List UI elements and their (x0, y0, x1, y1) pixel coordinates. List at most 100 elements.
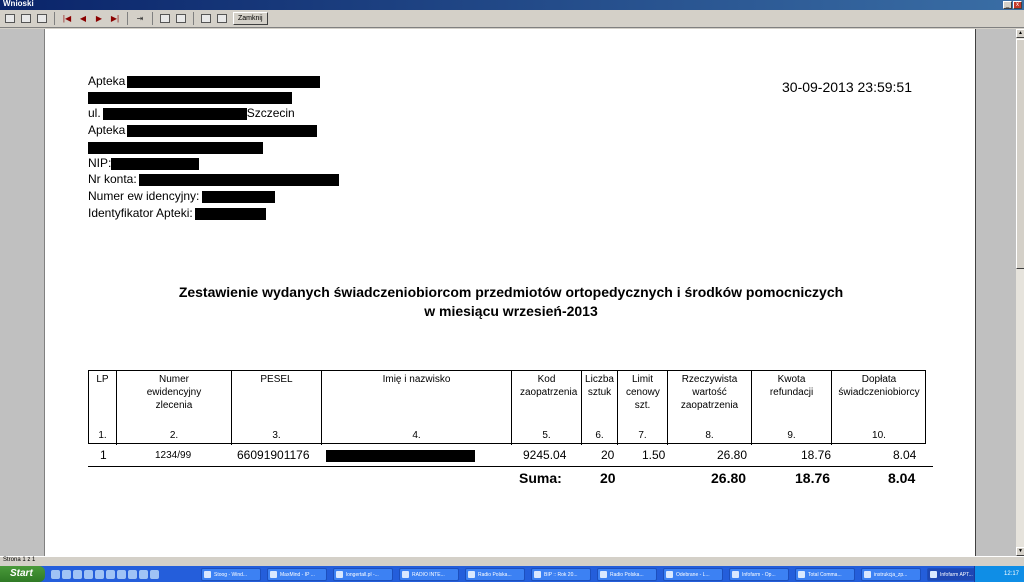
quicklaunch-icon[interactable] (139, 569, 148, 579)
column-header: Kod zaopatrzenia 5. (512, 371, 582, 445)
quicklaunch-icon[interactable] (150, 569, 159, 579)
sum-wartosc: 26.80 (711, 470, 747, 486)
row-wartosc: 26.80 (717, 448, 748, 462)
scroll-thumb[interactable] (1016, 39, 1024, 269)
taskbar-item[interactable]: Radio Polska... (465, 567, 525, 581)
column-header: Kwota refundacji 9. (752, 371, 832, 445)
column-header: Rzeczywista wartość zaopatrzenia 8. (668, 371, 752, 445)
system-tray: 12:17 (974, 566, 1024, 582)
goto-page-icon[interactable]: ⇥ (133, 12, 147, 25)
report-page: Apteka ul. Szczecin Apteka NIP: Nr konta:… (44, 29, 976, 569)
row-pesel: 66091901176 (237, 448, 310, 462)
quicklaunch-icon[interactable] (73, 569, 82, 579)
report-timestamp: 30-09-2013 23:59:51 (782, 79, 912, 95)
header-line: Apteka (88, 74, 321, 88)
sum-label: Suma: (519, 470, 562, 486)
row-liczba: 20 (601, 448, 615, 462)
start-button[interactable]: Start (0, 566, 45, 582)
header-line: Numer ew idencyjny: (88, 189, 276, 203)
window-title: Wnioski (3, 0, 34, 8)
taskbar-item[interactable]: Infofarm - Op... (729, 567, 789, 581)
taskbar-item[interactable]: MaxMind - IP ... (267, 567, 327, 581)
column-header: Liczba sztuk 6. (582, 371, 618, 445)
close-report-button[interactable]: Zamknij (233, 12, 268, 25)
report-title-line2: w miesiącu wrzesień-2013 (424, 303, 598, 319)
open-icon[interactable] (215, 12, 229, 25)
toolbar: |◀ ◀ ▶ ▶| ⇥ Zamknij (0, 10, 1024, 28)
sum-doplata: 8.04 (888, 470, 916, 486)
taskbar: Start Stoog - Wind... MaxMind - IP ... l… (0, 566, 1024, 582)
redaction-block (194, 207, 266, 220)
header-line: Apteka (88, 123, 318, 137)
page-indicator: Strona 1 z 1 (3, 557, 36, 563)
toolbar-separator (193, 12, 194, 25)
taskbar-item[interactable]: Total Comma... (795, 567, 855, 581)
row-limit: 1.50 (642, 448, 666, 462)
column-header: LP 1. (89, 371, 117, 445)
quicklaunch-icon[interactable] (128, 569, 137, 579)
clock: 12:17 (1003, 571, 1019, 577)
redaction-block (202, 190, 276, 203)
next-page-icon[interactable]: ▶ (92, 12, 106, 25)
title-bar: Wnioski _ x (0, 0, 1024, 10)
header-line: NIP: (88, 156, 200, 170)
redaction-block (88, 91, 292, 104)
report-table-header: LP 1. Numer ewidencyjny zlecenia 2. PESEL 3… (88, 370, 926, 445)
scroll-down-icon[interactable]: ▼ (1016, 547, 1024, 556)
sum-divider (88, 466, 933, 467)
quick-launch (51, 569, 159, 579)
view-icon[interactable] (3, 12, 17, 25)
minimize-button[interactable]: _ (1003, 1, 1012, 9)
quicklaunch-icon[interactable] (62, 569, 71, 579)
column-header: Numer ewidencyjny zlecenia 2. (117, 371, 232, 445)
redaction-block (88, 141, 263, 154)
taskbar-item[interactable]: Stoog - Wind... (201, 567, 261, 581)
redaction-block (138, 173, 339, 186)
header-line: Nr konta: (88, 172, 339, 186)
row-refundacja: 18.76 (801, 448, 832, 462)
sum-refundacja: 18.76 (795, 470, 831, 486)
quicklaunch-icon[interactable] (117, 569, 126, 579)
last-page-icon[interactable]: ▶| (108, 12, 122, 25)
document-area: Apteka ul. Szczecin Apteka NIP: Nr konta:… (0, 29, 1024, 569)
first-page-icon[interactable]: |◀ (60, 12, 74, 25)
save-icon[interactable] (199, 12, 213, 25)
redaction-block (127, 124, 318, 137)
scroll-up-icon[interactable]: ▲ (1016, 29, 1024, 38)
print-setup-icon[interactable] (158, 12, 172, 25)
redaction-block (111, 157, 200, 170)
header-line (88, 140, 263, 154)
redaction-block (326, 449, 475, 462)
prev-page-icon[interactable]: ◀ (76, 12, 90, 25)
sum-liczba: 20 (600, 470, 616, 486)
column-header: Limit cenowy szt. 7. (618, 371, 668, 445)
quicklaunch-icon[interactable] (106, 569, 115, 579)
toolbar-separator (127, 12, 128, 25)
quicklaunch-icon[interactable] (95, 569, 104, 579)
close-window-button[interactable]: x (1013, 1, 1022, 9)
taskbar-item[interactable]: BIP :: Rok 20... (531, 567, 591, 581)
column-header: Dopłata świadczeniobiorcy 10. (838, 374, 920, 441)
row-name-redacted (326, 448, 475, 462)
table-divider (88, 443, 926, 444)
taskbar-item[interactable]: instrukcja_zp... (861, 567, 921, 581)
status-bar: Strona 1 z 1 (0, 556, 1024, 566)
header-line (88, 90, 292, 104)
column-header: Imię i nazwisko 4. (322, 371, 512, 445)
vertical-scrollbar[interactable]: ▲ ▼ (1015, 29, 1024, 556)
taskbar-item[interactable]: Radio Polska... (597, 567, 657, 581)
header-line: Identyfikator Apteki: (88, 206, 266, 220)
taskbar-item[interactable]: RADIO INTE... (399, 567, 459, 581)
row-lp: 1 (100, 448, 107, 462)
page-view-icon[interactable] (19, 12, 33, 25)
row-kod: 9245.04 (523, 448, 567, 462)
print-icon[interactable] (174, 12, 188, 25)
taskbar-item[interactable]: Odebrane - L... (663, 567, 723, 581)
column-header: PESEL 3. (232, 371, 322, 445)
taskbar-item[interactable]: longertall.pl -... (333, 567, 393, 581)
row-doplata: 8.04 (893, 448, 917, 462)
report-title-line1: Zestawienie wydanych świadczeniobiorcom … (178, 284, 844, 300)
zoom-icon[interactable] (35, 12, 49, 25)
quicklaunch-icon[interactable] (84, 569, 93, 579)
quicklaunch-icon[interactable] (51, 569, 60, 579)
